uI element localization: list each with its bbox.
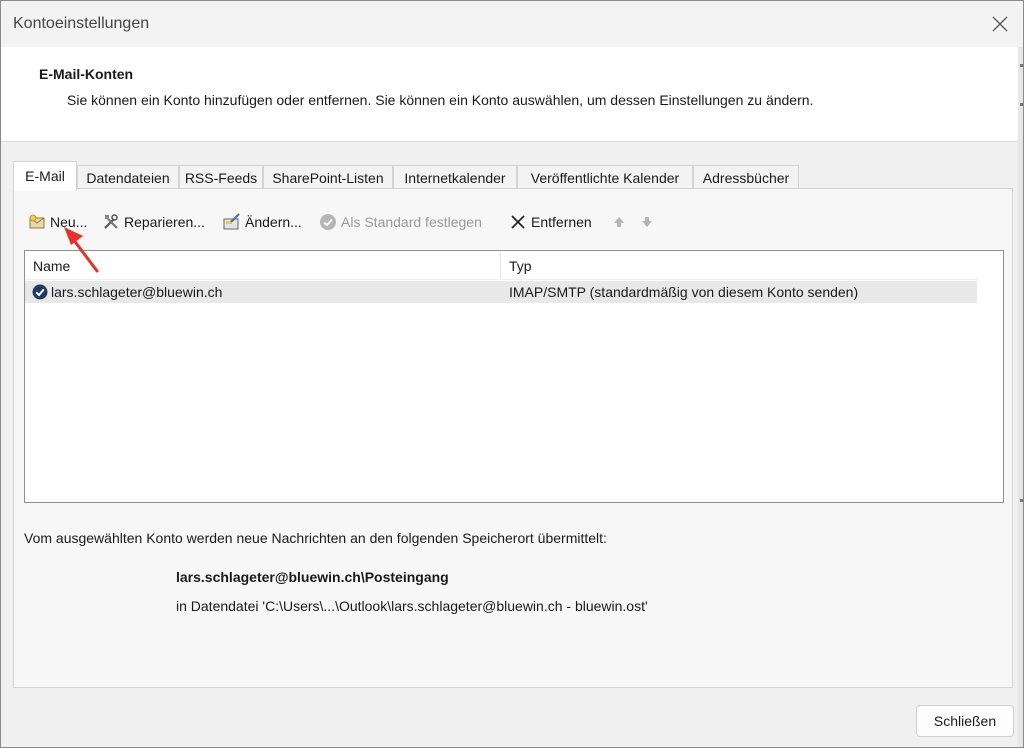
account-type: IMAP/SMTP (standardmäßig von diesem Kont… [509,284,859,300]
tab-rss-feeds[interactable]: RSS-Feeds [179,165,263,189]
tab-data-files[interactable]: Datendateien [77,165,179,189]
window-title: Kontoeinstellungen [13,15,150,32]
move-up-button[interactable] [610,210,628,234]
arrow-up-icon [610,213,628,231]
list-header: Name Typ [25,251,977,280]
window-edge [1018,47,1023,747]
check-circle-icon [319,213,337,231]
section-description: Sie können ein Konto hinzufügen oder ent… [67,92,814,108]
account-list: Name Typ lars.schlageter@bluewin.ch IMAP… [24,250,1004,503]
account-name: lars.schlageter@bluewin.ch [51,284,223,300]
change-button[interactable]: Ändern... [223,210,302,234]
section-title: E-Mail-Konten [39,66,134,82]
repair-button[interactable]: Reparieren... [102,210,205,234]
close-x-icon [509,213,527,231]
tab-published-calendars[interactable]: Veröffentlichte Kalender [517,165,693,189]
tab-label: Adressbücher [702,170,790,186]
tab-sharepoint-lists[interactable]: SharePoint-Listen [263,165,393,189]
delivery-folder: lars.schlageter@bluewin.ch\Posteingang [176,569,449,585]
delivery-info-text: Vom ausgewählten Konto werden neue Nachr… [24,530,607,546]
account-settings-dialog: Kontoeinstellungen E-Mail-Konten Sie kön… [0,0,1024,748]
close-window-button[interactable] [977,1,1023,47]
tab-label: E-Mail [25,168,65,184]
remove-label: Entfernen [531,214,592,230]
header-section: E-Mail-Konten Sie können ein Konto hinzu… [1,47,1023,142]
column-header-type[interactable]: Typ [509,258,532,274]
change-label: Ändern... [245,214,302,230]
tab-strip: E-Mail Datendateien RSS-Feeds SharePoint… [13,161,1013,191]
tab-label: RSS-Feeds [184,170,258,186]
default-account-icon [32,284,48,300]
edge-mark [1020,499,1023,502]
column-separator[interactable] [500,251,501,279]
new-account-icon [28,213,46,231]
tab-label: SharePoint-Listen [272,170,384,186]
edge-mark [1020,64,1023,67]
edge-mark [1020,103,1023,106]
account-row[interactable]: lars.schlageter@bluewin.ch IMAP/SMTP (st… [25,281,977,303]
arrow-down-icon [638,213,656,231]
delivery-datafile: in Datendatei 'C:\Users\...\Outlook\lars… [176,598,648,614]
tab-email[interactable]: E-Mail [13,161,77,191]
tab-label: Internetkalender [404,170,506,186]
move-down-button[interactable] [638,210,656,234]
email-tab-panel: Neu... Reparieren... Ändern... Als Stand… [13,188,1013,688]
set-default-button[interactable]: Als Standard festlegen [319,210,482,234]
change-icon [223,213,241,231]
title-bar: Kontoeinstellungen [1,1,1023,47]
remove-button[interactable]: Entfernen [509,210,592,234]
tab-label: Datendateien [86,170,170,186]
set-default-label: Als Standard festlegen [341,214,482,230]
close-button[interactable]: Schließen [916,705,1014,737]
repair-label: Reparieren... [124,214,205,230]
annotation-arrow-icon [64,227,99,273]
tab-internet-calendars[interactable]: Internetkalender [393,165,517,189]
tab-address-books[interactable]: Adressbücher [693,165,799,189]
close-icon [992,16,1008,32]
tab-label: Veröffentlichte Kalender [530,170,680,186]
